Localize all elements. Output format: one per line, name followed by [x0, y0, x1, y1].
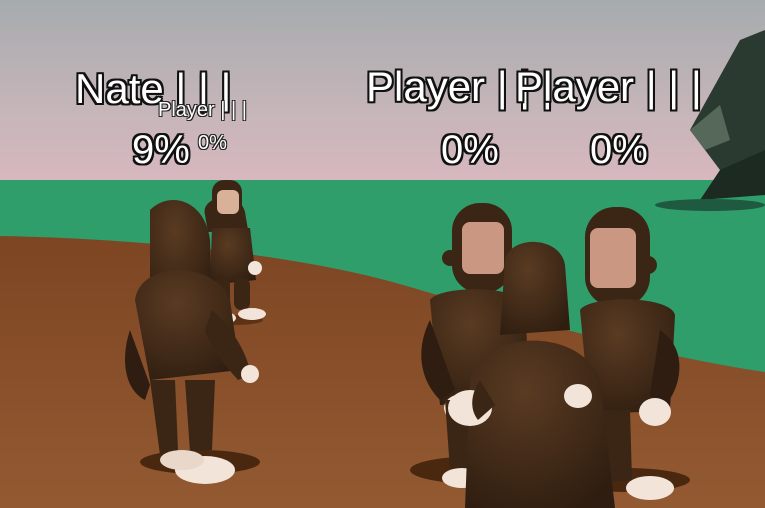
- player-name-tag: Player | | |: [515, 63, 702, 110]
- player-damage-percent: 9%: [132, 128, 190, 172]
- player-damage-percent: 0%: [590, 128, 648, 172]
- player-damage-percent: 0%: [198, 132, 227, 154]
- player-name-tag: Player | | |: [158, 99, 247, 121]
- player-damage-percent: 0%: [441, 128, 499, 172]
